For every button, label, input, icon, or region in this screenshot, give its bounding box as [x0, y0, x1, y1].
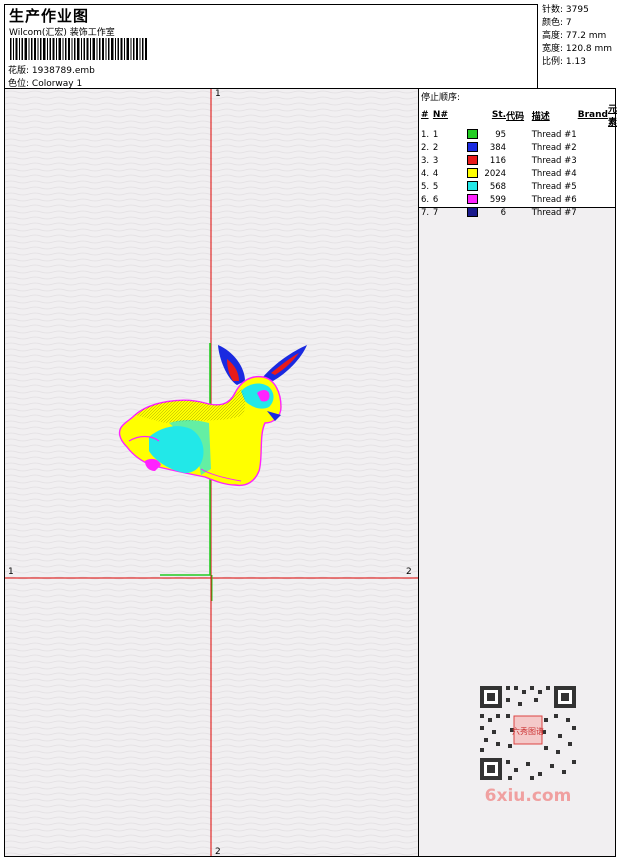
thread-row: 3. 3 116 Thread #3	[421, 154, 617, 167]
thread-needle: 2	[432, 142, 439, 153]
thread-needle: 5	[432, 181, 439, 192]
thread-needle: 6	[432, 194, 439, 205]
col-brand: Brand	[577, 110, 608, 120]
barcode-icon	[10, 38, 147, 60]
thread-panel: 停止顺序: # N# St. 代码 描述 Brand 元素 1. 1 95 Threa…	[418, 88, 617, 218]
thread-stitches: 384	[489, 142, 507, 153]
thread-needle: 1	[432, 129, 439, 140]
thread-element	[608, 167, 617, 180]
design-canvas: 1 2 1 2	[4, 88, 419, 857]
color-swatch	[466, 181, 478, 192]
thread-needle: 4	[432, 168, 439, 179]
seal-text: 六秀图谱	[512, 726, 544, 736]
thread-code	[506, 154, 532, 167]
thread-row: 6. 6 599 Thread #6	[421, 193, 617, 206]
thread-brand	[578, 141, 608, 154]
thread-stitches: 568	[489, 181, 507, 192]
thread-element	[608, 141, 617, 154]
color-swatch	[466, 155, 478, 166]
thread-element	[608, 154, 617, 167]
stitch-count: 针数: 3795	[542, 5, 589, 15]
thread-row: 1. 1 95 Thread #1	[421, 128, 617, 141]
color-swatch	[466, 129, 478, 140]
col-needle: N#	[432, 110, 448, 120]
thread-description: Thread #4	[531, 168, 577, 179]
thread-code	[506, 193, 532, 206]
page-title: 生产作业图	[9, 7, 90, 25]
thread-code	[506, 180, 532, 193]
vertical-axis-bottom-label: 2	[215, 847, 221, 857]
thread-swatch	[466, 141, 485, 154]
thread-swatch	[466, 193, 485, 206]
thread-num: 4.	[421, 168, 430, 179]
thread-num: 3.	[421, 155, 430, 166]
thread-num: 6.	[421, 194, 430, 205]
thread-num: 1.	[421, 129, 430, 140]
col-code: 代码	[506, 111, 525, 122]
design-file-row: 花版: 1938789.emb	[8, 63, 95, 76]
design-file-label: 花版:	[8, 66, 30, 76]
thread-stitches: 95	[495, 129, 507, 140]
thread-description: Thread #1	[531, 129, 577, 140]
design-preview	[5, 89, 418, 856]
studio-name: Wilcom(汇宏) 装饰工作室	[9, 28, 115, 38]
thread-brand	[578, 154, 608, 167]
thread-code	[506, 128, 532, 141]
thread-code	[506, 167, 532, 180]
thread-row: 5. 5 568 Thread #5	[421, 180, 617, 193]
thread-description: Thread #3	[531, 155, 577, 166]
thread-brand	[578, 193, 608, 206]
thread-row: 2. 2 384 Thread #2	[421, 141, 617, 154]
thread-element	[608, 128, 617, 141]
color-swatch	[466, 168, 478, 179]
watermark-text: 6xiu.com	[485, 786, 572, 806]
thread-brand	[578, 180, 608, 193]
thread-row: 4. 4 2024 Thread #4	[421, 167, 617, 180]
design-file-name: 1938789.emb	[31, 66, 95, 76]
thread-code	[506, 141, 532, 154]
thread-swatch	[466, 128, 485, 141]
horizontal-axis-right-label: 2	[406, 567, 412, 577]
stats-panel: 针数: 3795 颜色: 7 高度: 77.2 mm 宽度: 120.8 mm …	[537, 4, 616, 89]
col-swatch	[467, 102, 485, 128]
thread-num: 5.	[421, 181, 430, 192]
thread-stitches: 2024	[484, 168, 507, 179]
vertical-axis-top-label: 1	[215, 89, 221, 99]
thread-description: Thread #2	[531, 142, 577, 153]
color-swatch	[466, 194, 478, 205]
thread-brand	[578, 128, 608, 141]
thread-stitches: 116	[489, 155, 507, 166]
col-stitches: St.	[491, 110, 507, 120]
thread-description: Thread #5	[531, 181, 577, 192]
thread-num: 2.	[421, 142, 430, 153]
color-swatch	[466, 142, 478, 153]
col-element: 元素	[607, 105, 617, 128]
horizontal-axis-left-label: 1	[8, 567, 14, 577]
thread-table: # N# St. 代码 描述 Brand 元素 1. 1 95 Thread #1 2.…	[421, 102, 617, 219]
design-height: 高度: 77.2 mm	[542, 31, 607, 41]
thread-element	[608, 180, 617, 193]
color-count: 颜色: 7	[542, 18, 572, 28]
thread-swatch	[466, 154, 485, 167]
col-description: 描述	[531, 111, 550, 122]
design-width: 宽度: 120.8 mm	[542, 44, 613, 54]
thread-brand	[578, 167, 608, 180]
thread-stitches: 599	[489, 194, 507, 205]
design-scale: 比例: 1.13	[542, 57, 586, 67]
thread-description: Thread #6	[531, 194, 577, 205]
header: 生产作业图 Wilcom(汇宏) 装饰工作室 花版: 1938789.emb 色…	[4, 4, 616, 89]
thread-needle: 3	[432, 155, 439, 166]
thread-swatch	[466, 180, 485, 193]
thread-element	[608, 193, 617, 206]
col-num: #	[421, 110, 429, 120]
thread-swatch	[466, 167, 485, 180]
qr-code-icon: 六秀图谱 6xiu.com	[480, 686, 576, 806]
thread-table-header: # N# St. 代码 描述 Brand 元素	[421, 102, 617, 128]
